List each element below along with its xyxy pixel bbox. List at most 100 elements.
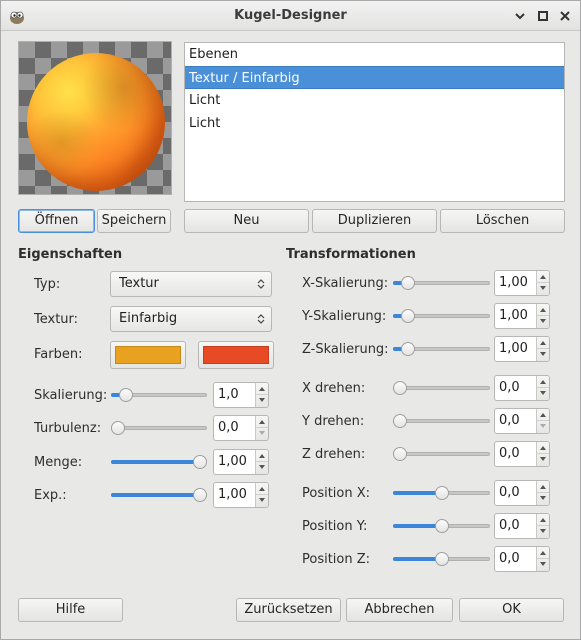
decrement-arrow-icon[interactable]	[537, 454, 549, 466]
spin-button[interactable]: 1,00	[494, 336, 550, 362]
increment-arrow-icon[interactable]	[537, 409, 549, 421]
spin-button[interactable]: 1,00	[213, 482, 269, 508]
layer-list-item[interactable]: Licht	[185, 89, 564, 112]
spin-button[interactable]: 0,0	[213, 415, 269, 441]
slider-knob[interactable]	[393, 414, 407, 428]
value-slider[interactable]	[393, 414, 490, 428]
slider-knob[interactable]	[401, 276, 415, 290]
slider-knob[interactable]	[111, 421, 125, 435]
spin-value[interactable]: 0,0	[499, 409, 520, 433]
value-slider[interactable]	[393, 381, 490, 395]
decrement-arrow-icon[interactable]	[256, 395, 268, 407]
value-slider[interactable]	[111, 388, 207, 402]
increment-arrow-icon[interactable]	[256, 416, 268, 428]
spin-button[interactable]: 1,0	[213, 382, 269, 408]
spin-value[interactable]: 0,0	[499, 376, 520, 400]
save-button[interactable]: Speichern	[97, 209, 171, 233]
spin-value[interactable]: 0,0	[499, 442, 520, 466]
decrement-arrow-icon[interactable]	[537, 349, 549, 361]
value-slider[interactable]	[111, 455, 207, 469]
value-slider[interactable]	[393, 486, 490, 500]
spin-value[interactable]: 1,0	[218, 383, 239, 407]
increment-arrow-icon[interactable]	[537, 304, 549, 316]
layer-list-item[interactable]: Licht	[185, 112, 564, 135]
decrement-arrow-icon[interactable]	[537, 388, 549, 400]
spin-value[interactable]: 1,00	[218, 483, 247, 507]
ok-button[interactable]: OK	[459, 598, 564, 622]
increment-arrow-icon[interactable]	[537, 481, 549, 493]
increment-arrow-icon[interactable]	[537, 337, 549, 349]
decrement-arrow-icon[interactable]	[537, 421, 549, 433]
decrement-arrow-icon[interactable]	[256, 495, 268, 507]
texture-combo[interactable]: Einfarbig	[110, 306, 272, 332]
slider-knob[interactable]	[119, 388, 133, 402]
increment-arrow-icon[interactable]	[537, 514, 549, 526]
spin-value[interactable]: 1,00	[499, 337, 528, 361]
spin-button[interactable]: 0,0	[494, 408, 550, 434]
spin-button[interactable]: 1,00	[213, 449, 269, 475]
decrement-arrow-icon[interactable]	[537, 559, 549, 571]
slider-knob[interactable]	[401, 309, 415, 323]
spin-button[interactable]: 1,00	[494, 303, 550, 329]
spin-button[interactable]: 0,0	[494, 441, 550, 467]
title-bar[interactable]: Kugel-Designer	[1, 1, 580, 31]
increment-arrow-icon[interactable]	[537, 271, 549, 283]
value-slider[interactable]	[393, 342, 490, 356]
close-icon[interactable]	[556, 7, 574, 25]
value-slider[interactable]	[111, 421, 207, 435]
decrement-arrow-icon[interactable]	[537, 283, 549, 295]
decrement-arrow-icon[interactable]	[256, 462, 268, 474]
decrement-arrow-icon[interactable]	[256, 428, 268, 440]
increment-arrow-icon[interactable]	[537, 376, 549, 388]
spin-value[interactable]: 0,0	[499, 481, 520, 505]
layer-list-item[interactable]: Ebenen	[185, 43, 564, 66]
increment-arrow-icon[interactable]	[537, 442, 549, 454]
spin-button[interactable]: 0,0	[494, 375, 550, 401]
spin-value[interactable]: 0,0	[218, 416, 239, 440]
spin-value[interactable]: 1,00	[499, 304, 528, 328]
minimize-icon[interactable]	[511, 7, 529, 25]
value-slider[interactable]	[393, 276, 490, 290]
type-combo[interactable]: Textur	[110, 271, 272, 297]
value-slider[interactable]	[111, 488, 207, 502]
slider-knob[interactable]	[393, 381, 407, 395]
help-button[interactable]: Hilfe	[18, 598, 123, 622]
color1-button[interactable]	[110, 341, 186, 369]
decrement-arrow-icon[interactable]	[537, 316, 549, 328]
slider-knob[interactable]	[435, 486, 449, 500]
slider-knob[interactable]	[193, 488, 207, 502]
spin-button[interactable]: 0,0	[494, 480, 550, 506]
value-slider[interactable]	[393, 552, 490, 566]
increment-arrow-icon[interactable]	[256, 383, 268, 395]
maximize-icon[interactable]	[534, 7, 552, 25]
open-button[interactable]: Öffnen	[18, 209, 95, 233]
spin-button[interactable]: 1,00	[494, 270, 550, 296]
spin-value[interactable]: 0,0	[499, 514, 520, 538]
spin-button[interactable]: 0,0	[494, 546, 550, 572]
decrement-arrow-icon[interactable]	[537, 493, 549, 505]
layer-list[interactable]: Ebenen Textur / Einfarbig Licht Licht	[184, 42, 565, 202]
layer-list-item-selected[interactable]: Textur / Einfarbig	[185, 66, 564, 89]
increment-arrow-icon[interactable]	[256, 483, 268, 495]
value-slider[interactable]	[393, 447, 490, 461]
slider-knob[interactable]	[393, 447, 407, 461]
value-slider[interactable]	[393, 519, 490, 533]
spin-value[interactable]: 0,0	[499, 547, 520, 571]
spin-value[interactable]: 1,00	[218, 450, 247, 474]
cancel-button[interactable]: Abbrechen	[346, 598, 453, 622]
spin-value[interactable]: 1,00	[499, 271, 528, 295]
slider-knob[interactable]	[435, 552, 449, 566]
new-layer-button[interactable]: Neu	[184, 209, 309, 233]
reset-button[interactable]: Zurücksetzen	[236, 598, 341, 622]
slider-knob[interactable]	[435, 519, 449, 533]
slider-knob[interactable]	[401, 342, 415, 356]
color2-button[interactable]	[198, 341, 274, 369]
slider-knob[interactable]	[193, 455, 207, 469]
increment-arrow-icon[interactable]	[256, 450, 268, 462]
value-slider[interactable]	[393, 309, 490, 323]
decrement-arrow-icon[interactable]	[537, 526, 549, 538]
spin-button[interactable]: 0,0	[494, 513, 550, 539]
duplicate-layer-button[interactable]: Duplizieren	[312, 209, 437, 233]
increment-arrow-icon[interactable]	[537, 547, 549, 559]
delete-layer-button[interactable]: Löschen	[440, 209, 565, 233]
